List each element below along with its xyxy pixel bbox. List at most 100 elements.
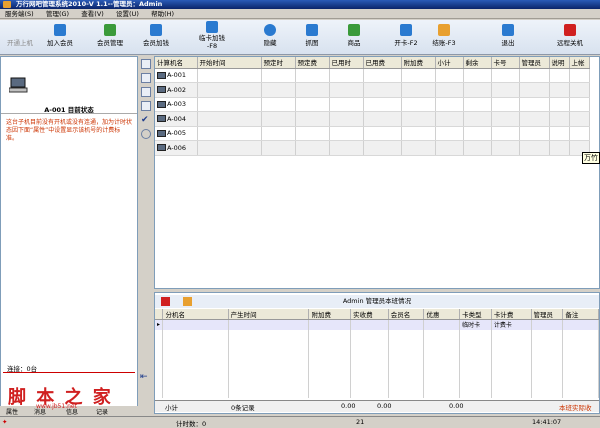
status-time: 14:41:07 xyxy=(532,418,562,426)
col-card-type[interactable]: 卡类型 xyxy=(459,309,492,320)
col-discount[interactable]: 优惠 xyxy=(423,309,461,320)
exit-button[interactable]: 退出 xyxy=(490,20,526,55)
col-note[interactable]: 说明 xyxy=(549,57,570,69)
summary-extra-fee: 0.00 xyxy=(341,402,356,410)
add-member-icon xyxy=(54,24,66,36)
screenshot-icon xyxy=(306,24,318,36)
machine-name: A-006 xyxy=(167,143,187,152)
menu-manage[interactable]: 管理(G) xyxy=(41,9,74,19)
menu-server[interactable]: 服务端(S) xyxy=(0,9,39,19)
col-booked-fee[interactable]: 预定费 xyxy=(295,57,330,69)
open-card-button[interactable]: 开卡-F2 xyxy=(386,20,426,55)
checkout-button[interactable]: 结账-F3 xyxy=(422,20,466,55)
table-row[interactable]: A-001 xyxy=(155,68,590,83)
open-card-icon xyxy=(400,24,412,36)
col-computer-name[interactable]: 计算机名 xyxy=(155,57,198,69)
table-row[interactable]: ▸ 临时卡 计费卡 xyxy=(155,319,599,330)
hide-button[interactable]: 隐藏 xyxy=(252,20,288,55)
col-card-billing[interactable]: 卡计费 xyxy=(491,309,532,320)
menu-view[interactable]: 查看(V) xyxy=(76,9,109,19)
view-icon-strip: ✔ xyxy=(139,56,153,296)
goods-icon xyxy=(348,24,360,36)
col-subtotal[interactable]: 小计 xyxy=(435,57,464,69)
summary-row: 小计 0条记录 0.00 0.00 0.00 本班实际收 xyxy=(155,400,599,412)
folder-icon[interactable] xyxy=(183,297,192,306)
summary-discount: 0.00 xyxy=(449,402,464,410)
menu-help[interactable]: 帮助(H) xyxy=(146,9,179,19)
computer-icon xyxy=(157,100,166,108)
status-middle: 21 xyxy=(356,418,365,426)
member-manage-icon xyxy=(104,24,116,36)
table-row[interactable]: A-003 xyxy=(155,97,590,112)
app-icon xyxy=(3,1,11,8)
summary-label: 小计 xyxy=(165,404,178,412)
tooltip: 万竹 xyxy=(582,152,600,164)
computer-icon xyxy=(9,77,28,93)
list-icon[interactable] xyxy=(141,87,151,97)
table-row[interactable]: A-002 xyxy=(155,82,590,98)
col-remaining[interactable]: 剩余 xyxy=(463,57,492,69)
machine-name: A-003 xyxy=(167,100,187,109)
summary-records: 0条记录 xyxy=(231,404,255,412)
col-extra-fee[interactable]: 附加费 xyxy=(401,57,436,69)
table-row[interactable]: A-004 xyxy=(155,111,590,127)
status-icon: ✦ xyxy=(2,418,8,426)
shift-summary-title: Admin 管理员本班情况 xyxy=(342,297,412,305)
col-remark[interactable]: 备注 xyxy=(562,309,599,320)
col-account[interactable]: 上帐 xyxy=(569,57,590,69)
col-extra-fee[interactable]: 附加费 xyxy=(308,309,352,320)
col-start-time[interactable]: 开始时间 xyxy=(197,57,262,69)
title-bar: 万行网吧管理系统2010-V 1.1--管理员：Admin xyxy=(0,0,600,9)
computer-icon xyxy=(157,115,166,123)
small-icons-icon[interactable] xyxy=(141,73,151,83)
member-manage-button[interactable]: 会员管理 xyxy=(90,20,130,55)
menu-settings[interactable]: 设置(U) xyxy=(111,9,144,19)
table-row[interactable]: A-006 xyxy=(155,140,590,156)
collapse-left-arrow-icon[interactable]: ⇤ xyxy=(140,372,152,384)
remote-shutdown-button[interactable]: 远程关机 xyxy=(548,20,592,55)
shift-summary-panel: Admin 管理员本班情况 分机名 产生时间 附加费 实收费 会员名 优惠 卡类… xyxy=(154,292,600,414)
add-member-button[interactable]: 加入会员 xyxy=(40,20,80,55)
col-admin[interactable]: 管理员 xyxy=(531,309,564,320)
large-icons-icon[interactable] xyxy=(141,59,151,69)
col-received[interactable]: 实收费 xyxy=(350,309,389,320)
remote-shutdown-icon xyxy=(564,24,576,36)
col-admin[interactable]: 管理员 xyxy=(519,57,550,69)
machine-name: A-004 xyxy=(167,114,187,123)
col-created-time[interactable]: 产生时间 xyxy=(228,309,310,320)
col-used-time[interactable]: 已用时 xyxy=(329,57,364,69)
temp-card-button[interactable]: 临卡加钱 -F8 xyxy=(190,20,234,55)
add-money-button[interactable]: 会员加钱 xyxy=(136,20,176,55)
col-card-no[interactable]: 卡号 xyxy=(491,57,520,69)
status-panel-header xyxy=(1,57,137,109)
col-member-name[interactable]: 会员名 xyxy=(388,309,425,320)
exit-icon xyxy=(502,24,514,36)
computer-icon xyxy=(157,86,166,94)
status-divider xyxy=(1,113,137,114)
menu-bar: 服务端(S) 管理(G) 查看(V) 设置(U) 帮助(H) xyxy=(0,9,600,19)
col-used-fee[interactable]: 已用费 xyxy=(363,57,402,69)
col-extension[interactable]: 分机名 xyxy=(162,309,229,320)
power-icon xyxy=(14,24,26,36)
shift-summary-header: Admin 管理员本班情况 xyxy=(155,295,599,308)
window-title: 万行网吧管理系统2010-V 1.1--管理员：Admin xyxy=(16,0,163,8)
red-book-icon[interactable] xyxy=(161,297,170,306)
screenshot-button[interactable]: 抓图 xyxy=(294,20,330,55)
col-booked-time[interactable]: 预定时 xyxy=(261,57,296,69)
check-icon[interactable]: ✔ xyxy=(141,115,151,125)
details-icon[interactable] xyxy=(141,101,151,111)
table-row[interactable]: A-005 xyxy=(155,126,590,141)
machine-name: A-005 xyxy=(167,129,187,138)
toolbar: 开通上机 加入会员 会员管理 会员加钱 临卡加钱 -F8 隐藏 抓图 商品 开卡-… xyxy=(0,20,600,55)
machine-status-description: 这台子机目前没有开机或没有连通，加为计时状态因下面“属性”中设置显示该机号的计费… xyxy=(6,119,133,142)
summary-received: 0.00 xyxy=(377,402,392,410)
hide-icon xyxy=(264,24,276,36)
block-icon[interactable] xyxy=(141,129,151,139)
computer-icon xyxy=(157,71,166,79)
goods-button[interactable]: 商品 xyxy=(336,20,372,55)
connection-divider xyxy=(3,372,135,373)
open-machine-button[interactable]: 开通上机 xyxy=(0,20,40,55)
machine-grid: 计算机名 开始时间 预定时 预定费 已用时 已用费 附加费 小计 剩余 卡号 管… xyxy=(154,56,600,289)
checkout-icon xyxy=(438,24,450,36)
status-panel: A-001 目前状态 这台子机目前没有开机或没有连通，加为计时状态因下面“属性”… xyxy=(0,56,138,407)
